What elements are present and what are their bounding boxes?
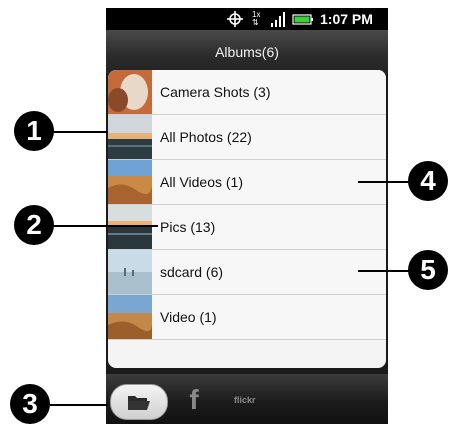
- album-thumbnail: [108, 250, 152, 294]
- callout-4: 4: [408, 161, 448, 201]
- battery-icon: [292, 14, 313, 25]
- album-thumbnail: [108, 205, 152, 249]
- album-item-camera-shots[interactable]: Camera Shots (3): [108, 70, 386, 115]
- album-list: Camera Shots (3) All Photos (22) All Vid…: [108, 70, 386, 368]
- network-activity-icon: 1x ⇅: [252, 10, 261, 27]
- album-item-all-photos[interactable]: All Photos (22): [108, 115, 386, 160]
- page-title: Albums(6): [106, 30, 388, 75]
- album-label: All Videos (1): [160, 174, 244, 190]
- tab-folder[interactable]: [110, 384, 168, 420]
- callout-3: 3: [10, 384, 50, 424]
- callout-1: 1: [14, 111, 54, 151]
- signal-icon: [271, 12, 285, 27]
- album-label: Video (1): [160, 309, 217, 325]
- album-item-video[interactable]: Video (1): [108, 295, 386, 340]
- callout-2: 2: [14, 205, 54, 245]
- callout-5: 5: [408, 250, 448, 290]
- callout-line-5: [358, 270, 412, 272]
- callout-line-4: [358, 181, 412, 183]
- gps-icon: [227, 11, 243, 27]
- callout-line-1: [50, 131, 108, 133]
- phone-screen: 1x ⇅ 1:07 PM Albums(6) Camera Shots (3) …: [106, 8, 388, 424]
- album-thumbnail: [108, 295, 152, 339]
- tab-facebook[interactable]: f: [182, 382, 206, 418]
- status-clock: 1:07 PM: [320, 11, 373, 27]
- source-tab-bar: f flickr: [106, 374, 388, 424]
- album-item-all-videos[interactable]: All Videos (1): [108, 160, 386, 205]
- album-label: Camera Shots (3): [160, 84, 271, 100]
- album-item-sdcard[interactable]: sdcard (6): [108, 250, 386, 295]
- status-bar: 1x ⇅ 1:07 PM: [106, 8, 388, 30]
- album-thumbnail: [108, 160, 152, 204]
- album-item-pics[interactable]: Pics (13): [108, 205, 386, 250]
- callout-line-2: [50, 225, 158, 227]
- callout-line-3: [50, 404, 108, 406]
- album-label: sdcard (6): [160, 264, 224, 280]
- album-label: Pics (13): [160, 219, 216, 235]
- album-thumbnail: [108, 70, 152, 114]
- album-label: All Photos (22): [160, 129, 252, 145]
- tab-flickr[interactable]: flickr: [234, 388, 256, 412]
- folder-icon: [128, 396, 150, 410]
- album-thumbnail: [108, 115, 152, 159]
